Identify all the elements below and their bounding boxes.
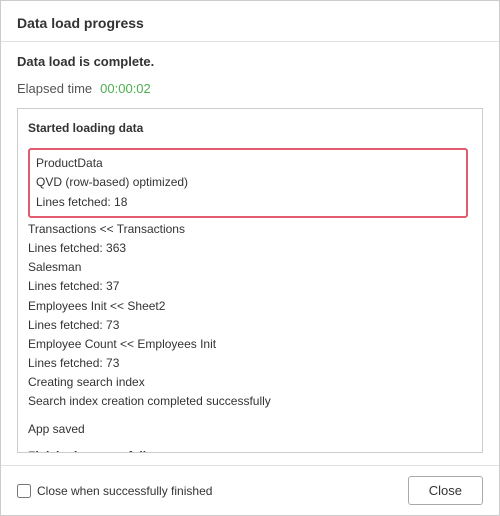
close-button[interactable]: Close <box>408 476 483 505</box>
close-checkbox-row: Close when successfully finished <box>17 484 212 498</box>
log-employees-init: Employees Init << Sheet2 <box>28 297 472 316</box>
log-started: Started loading data <box>28 119 472 138</box>
status-complete: Data load is complete. <box>17 54 483 69</box>
dialog-header: Data load progress <box>1 1 499 42</box>
log-lines-363: Lines fetched: 363 <box>28 239 472 258</box>
highlight-line-1: ProductData <box>36 154 460 173</box>
elapsed-row: Elapsed time 00:00:02 <box>17 81 483 96</box>
log-search-complete: Search index creation completed successf… <box>28 392 472 411</box>
elapsed-time: 00:00:02 <box>100 81 151 96</box>
log-area[interactable]: Started loading data ProductData QVD (ro… <box>17 108 483 453</box>
log-finished: Finished successfully <box>28 447 472 453</box>
close-checkbox-label[interactable]: Close when successfully finished <box>37 484 212 498</box>
close-checkbox[interactable] <box>17 484 31 498</box>
dialog-body: Data load is complete. Elapsed time 00:0… <box>1 42 499 465</box>
log-app-saved: App saved <box>28 420 472 439</box>
log-employee-count: Employee Count << Employees Init <box>28 335 472 354</box>
highlight-line-2: QVD (row-based) optimized) <box>36 173 460 192</box>
dialog-title: Data load progress <box>17 15 144 31</box>
log-lines-37: Lines fetched: 37 <box>28 277 472 296</box>
log-lines-73b: Lines fetched: 73 <box>28 354 472 373</box>
elapsed-label: Elapsed time <box>17 81 92 96</box>
dialog-container: Data load progress Data load is complete… <box>0 0 500 516</box>
highlight-line-3: Lines fetched: 18 <box>36 193 460 212</box>
highlighted-block: ProductData QVD (row-based) optimized) L… <box>28 148 468 218</box>
log-salesman: Salesman <box>28 258 472 277</box>
log-transactions: Transactions << Transactions <box>28 220 472 239</box>
dialog-footer: Close when successfully finished Close <box>1 465 499 515</box>
log-creating-search: Creating search index <box>28 373 472 392</box>
log-lines-73a: Lines fetched: 73 <box>28 316 472 335</box>
